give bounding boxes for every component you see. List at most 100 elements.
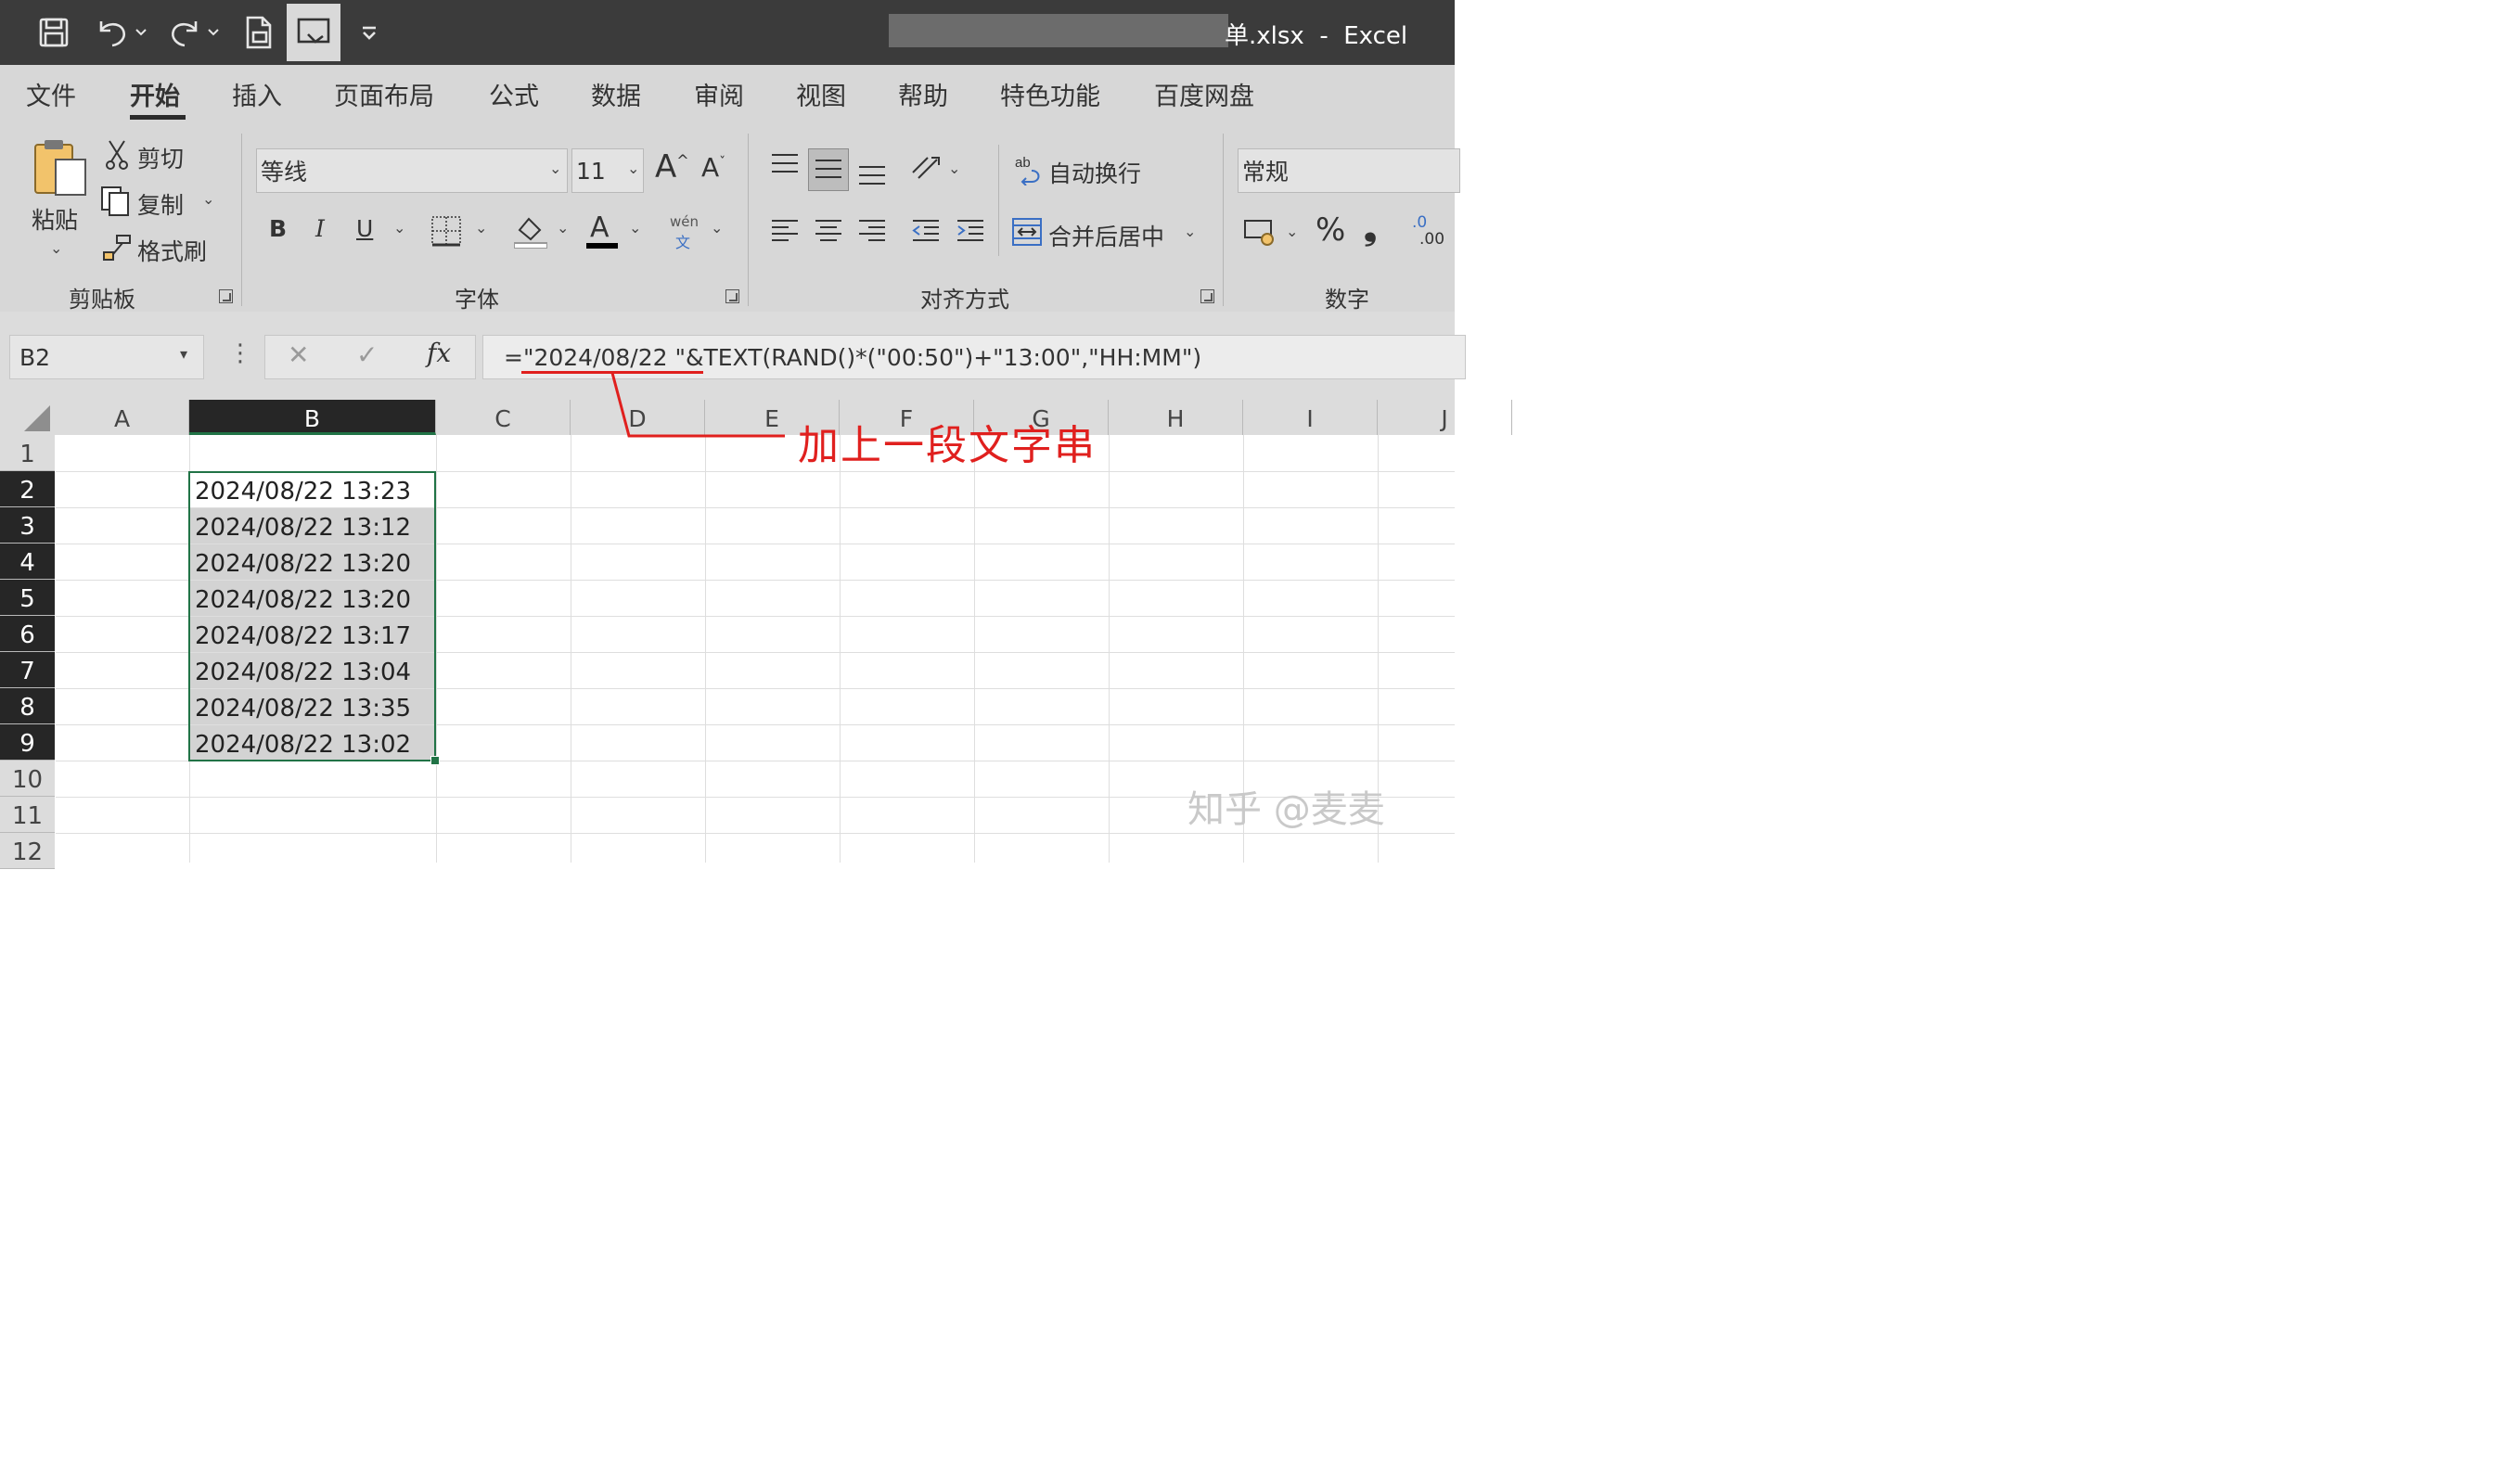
increase-decimal-bottom[interactable]: .00 [1419,230,1444,249]
tab-baidu-netdisk[interactable]: 百度网盘 [1154,76,1254,112]
name-box[interactable]: B2 [9,335,204,379]
tab-help[interactable]: 帮助 [898,76,948,112]
column-header-H[interactable]: H [1109,400,1243,435]
insert-function-button[interactable]: fx [427,338,451,368]
font-color-dropdown-chevron-icon[interactable]: ⌄ [629,219,641,237]
redo-icon[interactable] [163,4,225,61]
number-group-label: 数字 [1325,287,1369,313]
align-left-icon[interactable] [770,217,800,249]
paste-icon[interactable] [32,137,89,202]
increase-decimal-top[interactable]: .0 [1412,213,1427,232]
font-size-chevron-icon[interactable]: ⌄ [627,160,639,177]
row-header-7[interactable]: 7 [0,652,55,688]
active-tab-indicator [130,115,186,120]
paste-dropdown-chevron-icon[interactable]: ⌄ [50,239,62,257]
fill-handle[interactable] [430,756,440,765]
format-painter-button[interactable]: 格式刷 [137,234,207,267]
tab-formulas[interactable]: 公式 [489,76,539,112]
orientation-dropdown-chevron-icon[interactable]: ⌄ [948,160,960,177]
align-top-icon[interactable] [770,152,800,182]
touch-mode-icon[interactable] [287,4,340,61]
alignment-dialog-launcher-icon[interactable] [1200,289,1214,303]
print-preview-icon[interactable] [236,4,282,61]
row-header-10[interactable]: 10 [0,761,55,797]
select-all-icon[interactable] [24,405,50,431]
row-header-1[interactable]: 1 [0,435,55,471]
tab-review[interactable]: 审阅 [694,76,744,112]
bold-button[interactable]: B [269,215,287,242]
fill-color-dropdown-chevron-icon[interactable]: ⌄ [557,219,569,237]
wrap-text-button[interactable]: 自动换行 [1048,156,1141,189]
align-right-icon[interactable] [857,217,887,249]
borders-dropdown-chevron-icon[interactable]: ⌄ [475,219,487,237]
name-box-value: B2 [19,343,51,371]
row-header-3[interactable]: 3 [0,507,55,544]
tab-home[interactable]: 开始 [130,76,180,112]
svg-text:ab: ab [1015,155,1031,171]
font-color-button[interactable]: A [590,211,610,244]
row-header-9[interactable]: 9 [0,724,55,761]
row-header-5[interactable]: 5 [0,580,55,616]
increase-indent-icon[interactable] [956,217,985,249]
tab-page-layout[interactable]: 页面布局 [334,76,434,112]
row-header-4[interactable]: 4 [0,544,55,580]
decrease-font-size-icon[interactable]: Aˇ [701,152,725,183]
selection-border [188,471,436,761]
align-center-icon[interactable] [814,217,843,249]
tab-data[interactable]: 数据 [591,76,641,112]
tab-insert[interactable]: 插入 [232,76,282,112]
row-header-8[interactable]: 8 [0,688,55,724]
copy-button[interactable]: 复制 [137,187,184,221]
tab-view[interactable]: 视图 [796,76,846,112]
gridline [436,435,437,863]
row-header-6[interactable]: 6 [0,616,55,652]
group-divider [748,134,749,306]
increase-font-size-icon[interactable]: A^ [655,148,689,186]
font-name-combo[interactable]: 等线 [256,148,568,193]
customize-qat-icon[interactable] [353,4,386,61]
window-title: 单.xlsx - Excel [1225,22,1408,50]
cancel-entry-icon[interactable]: ✕ [288,339,309,370]
formula-bar-options-icon[interactable]: ⋮ [228,339,252,367]
underline-dropdown-chevron-icon[interactable]: ⌄ [393,219,405,237]
save-icon[interactable] [28,4,80,61]
fill-color-icon[interactable] [513,213,548,252]
italic-button[interactable]: I [315,215,325,242]
group-divider [241,134,242,306]
comma-style-button[interactable]: ❟ [1364,210,1377,249]
column-header-J[interactable]: J [1378,400,1512,435]
accounting-dropdown-chevron-icon[interactable]: ⌄ [1286,223,1298,240]
cut-button[interactable]: 剪切 [137,141,184,174]
confirm-entry-icon[interactable]: ✓ [356,339,378,370]
phonetic-top[interactable]: wén [670,213,699,230]
orientation-icon[interactable] [909,152,943,187]
column-header-C[interactable]: C [436,400,571,435]
merge-center-button[interactable]: 合并后居中 [1048,219,1164,252]
name-box-chevron-icon[interactable]: ▾ [180,345,187,363]
phonetic-dropdown-chevron-icon[interactable]: ⌄ [711,219,723,237]
formula-text: ="2024/08/22 "&TEXT(RAND()*("00:50")+"13… [504,343,1202,371]
merge-center-dropdown-chevron-icon[interactable]: ⌄ [1184,223,1196,240]
column-header-B[interactable]: B [189,400,436,435]
copy-dropdown-chevron-icon[interactable]: ⌄ [202,190,214,208]
underline-button[interactable]: U [356,215,373,242]
percent-style-button[interactable]: % [1316,211,1345,249]
row-header-12[interactable]: 12 [0,833,55,869]
borders-icon[interactable] [430,215,462,250]
tab-special-features[interactable]: 特色功能 [1000,76,1100,112]
align-middle-icon[interactable] [814,156,843,186]
number-format-combo[interactable]: 常规 [1238,148,1460,193]
column-header-A[interactable]: A [56,400,189,435]
row-header-11[interactable]: 11 [0,797,55,833]
tab-file[interactable]: 文件 [26,76,76,112]
font-name-chevron-icon[interactable]: ⌄ [549,160,561,177]
clipboard-dialog-launcher-icon[interactable] [219,289,233,303]
undo-icon[interactable] [89,4,150,61]
row-header-2[interactable]: 2 [0,471,55,507]
font-dialog-launcher-icon[interactable] [725,289,739,303]
decrease-indent-icon[interactable] [911,217,941,249]
align-bottom-icon[interactable] [857,160,887,189]
accounting-format-icon[interactable] [1243,217,1277,250]
paste-button[interactable]: 粘贴 [32,202,78,236]
column-header-I[interactable]: I [1243,400,1378,435]
